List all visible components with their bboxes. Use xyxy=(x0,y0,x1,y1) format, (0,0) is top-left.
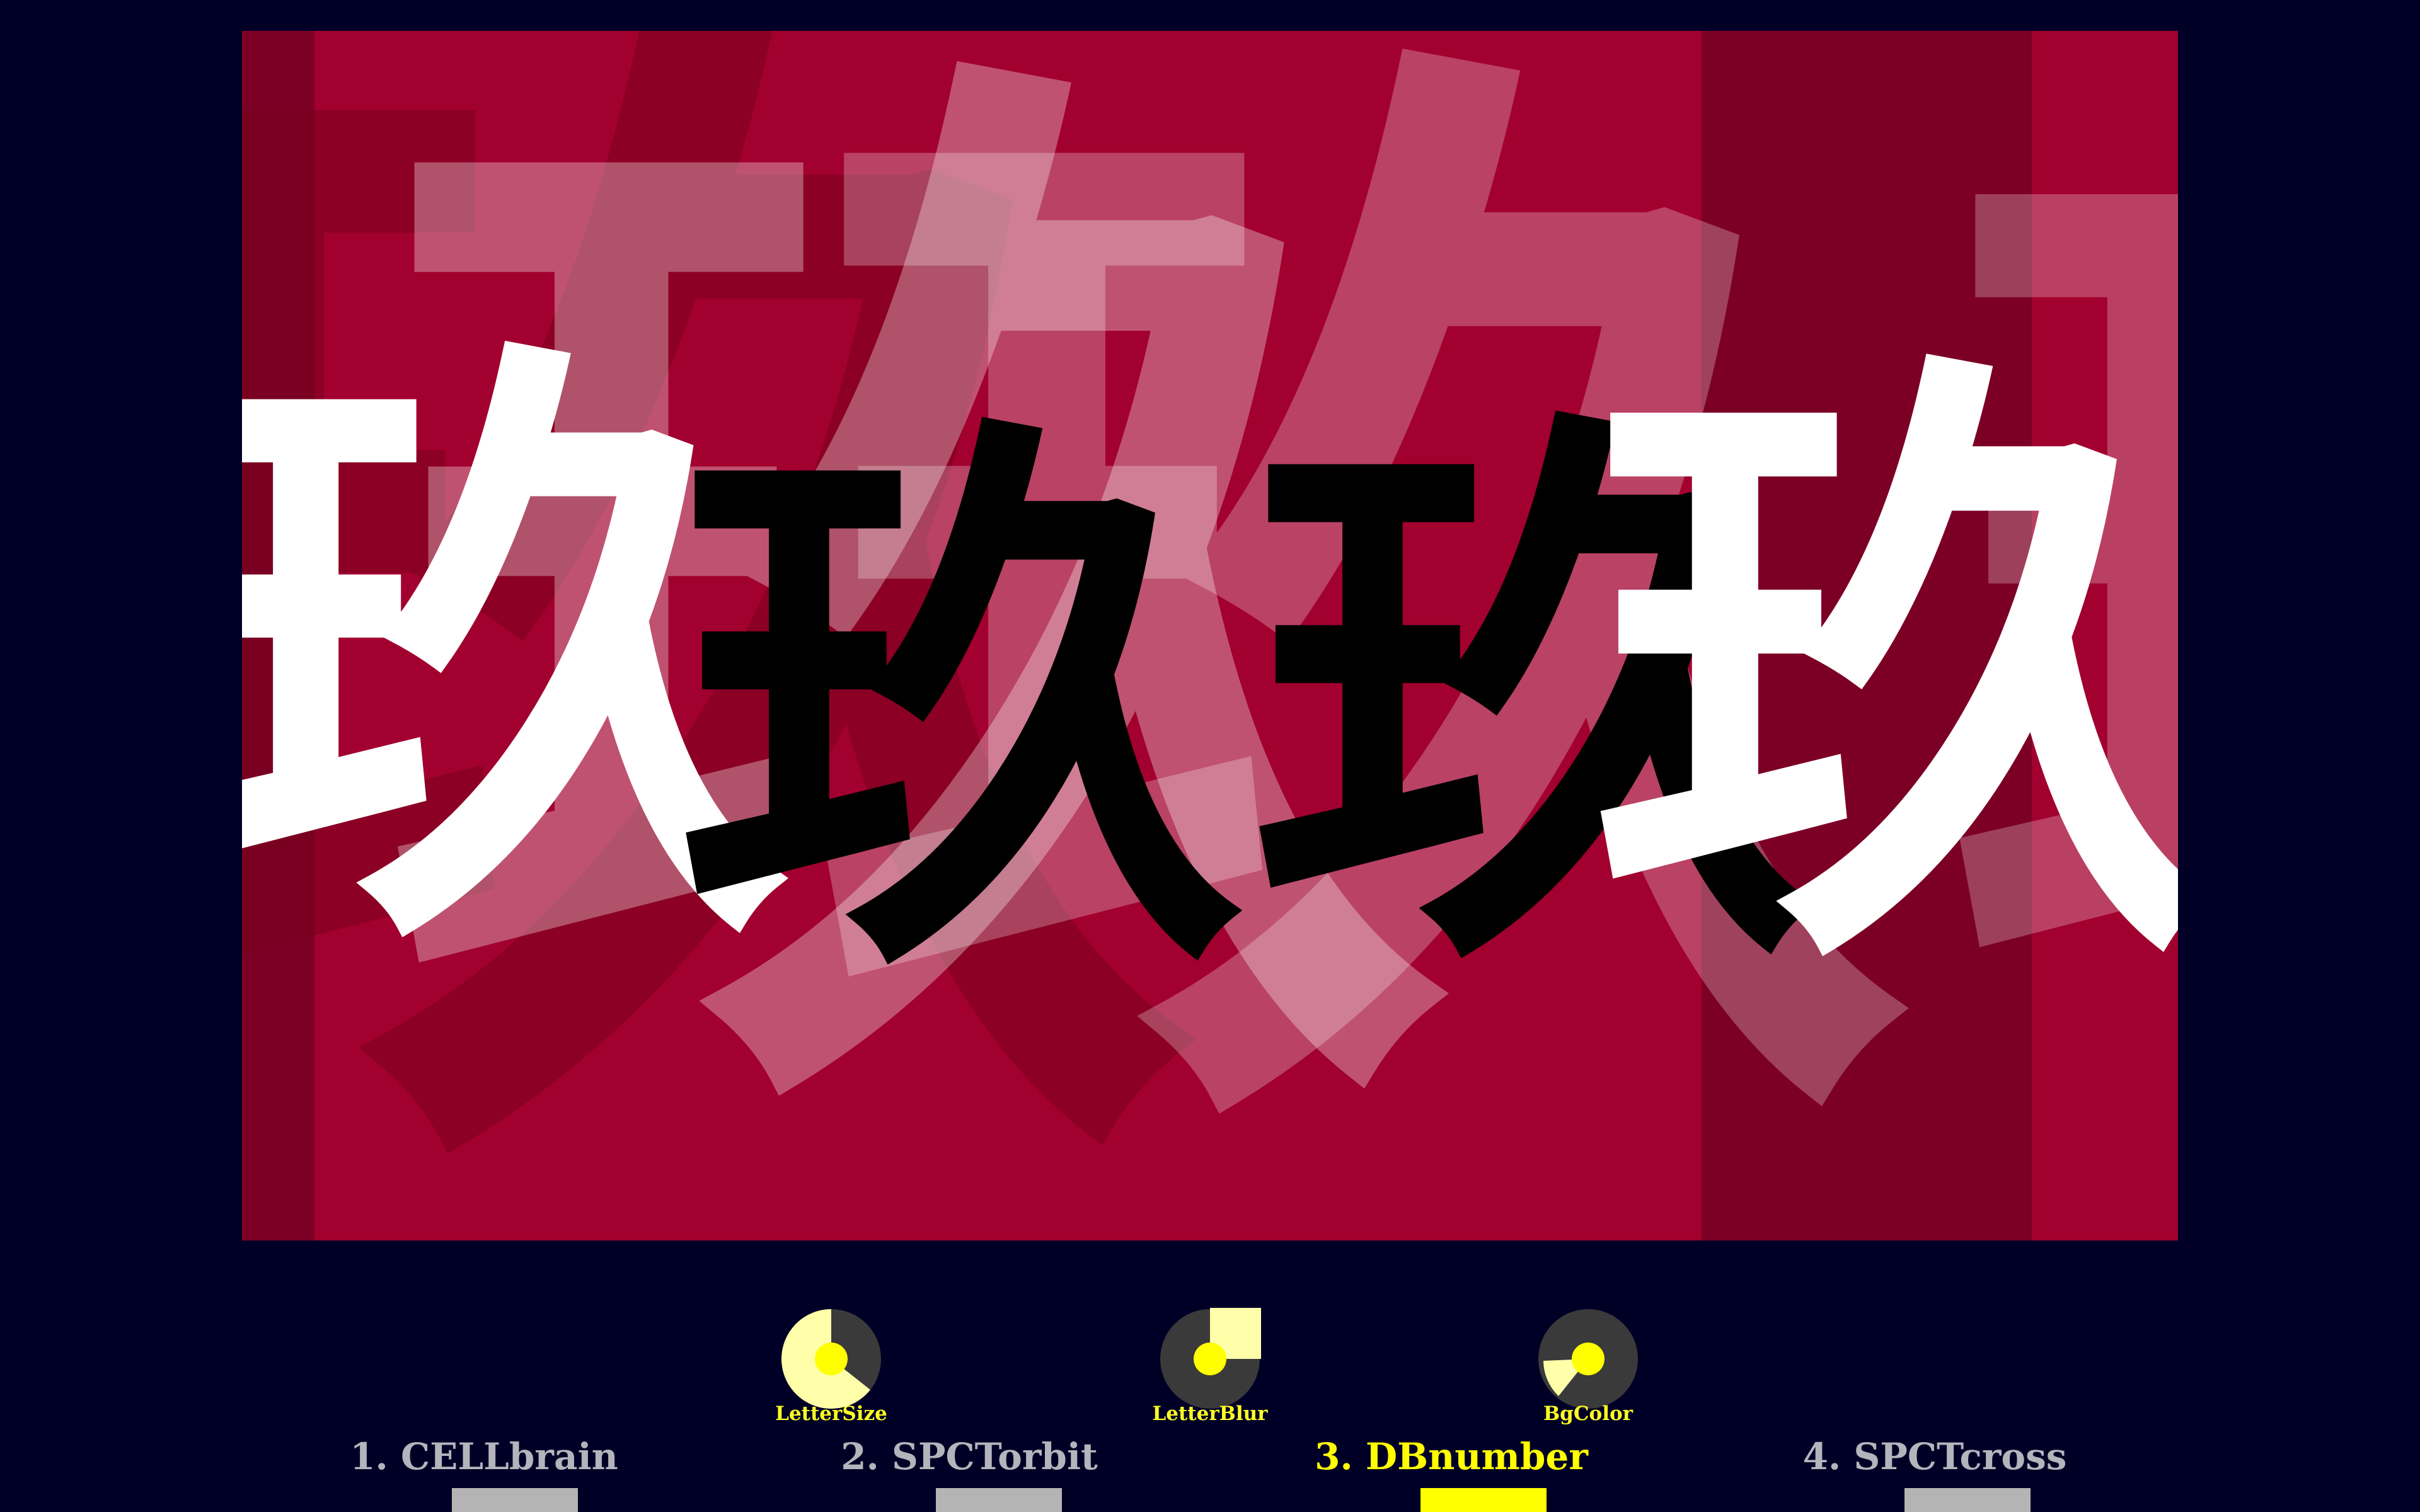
knob-center-dot xyxy=(1194,1343,1226,1375)
tab-indicator-spctorbit[interactable] xyxy=(936,1488,1062,1512)
main-glyph: 玖 xyxy=(1591,304,2178,1036)
letterblur-knob[interactable] xyxy=(1159,1308,1261,1410)
tab-indicator-spctcross[interactable] xyxy=(1904,1488,2031,1512)
knob-center-dot xyxy=(1572,1343,1605,1375)
visual-stage: 玖 玖 玖 玖 玖 玖 玖 玖 xyxy=(242,31,2178,1240)
main-glyph: 玖 xyxy=(677,372,1244,1038)
lettersize-knob[interactable] xyxy=(780,1308,882,1410)
bgcolor-knob[interactable] xyxy=(1537,1308,1639,1410)
tab-spctorbit[interactable]: 2. SPCTorbit xyxy=(812,1435,1127,1478)
tab-indicator-dbnumber[interactable] xyxy=(1420,1488,1547,1512)
tab-dbnumber[interactable]: 3. DBnumber xyxy=(1294,1435,1609,1478)
tab-indicator-cellbrain[interactable] xyxy=(452,1488,578,1512)
knob-center-dot xyxy=(815,1343,848,1375)
tab-cellbrain[interactable]: 1. CELLbrain xyxy=(326,1435,642,1478)
tab-spctcross[interactable]: 4. SPCTcross xyxy=(1777,1435,2092,1478)
